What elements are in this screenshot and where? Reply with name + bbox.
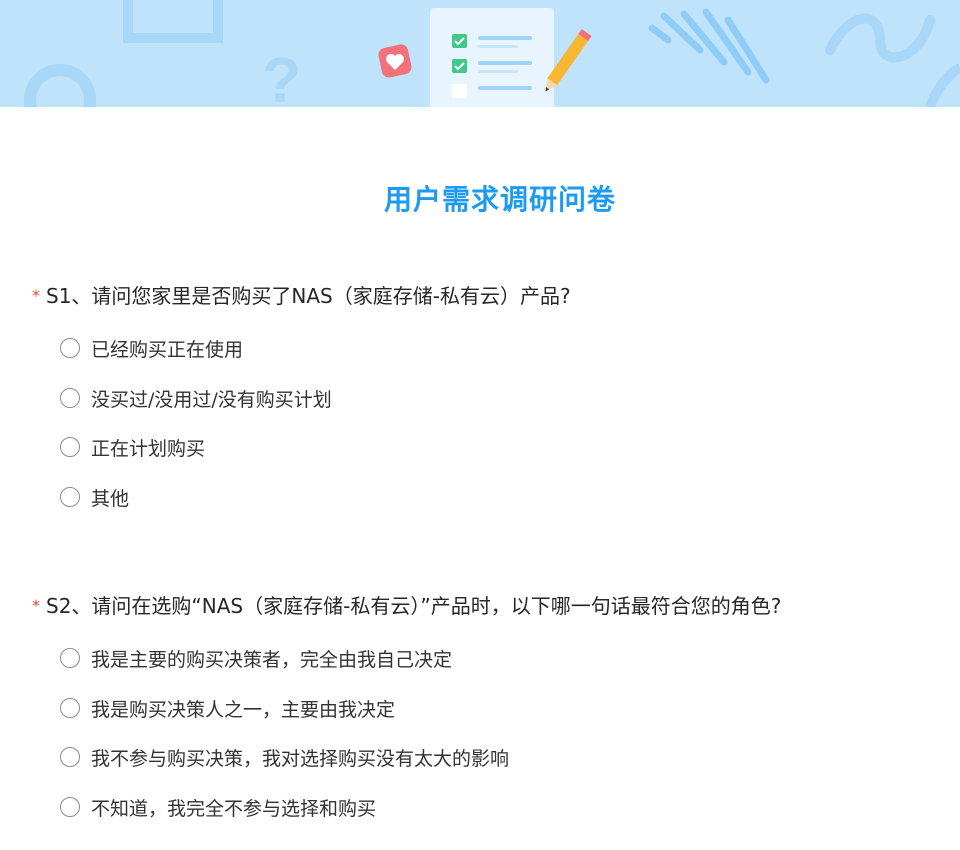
- question-title: * S2、请问在选购“NAS（家庭存储-私有云）”产品时，以下哪一句话最符合您的角…: [32, 590, 781, 619]
- banner-illustration: ?: [24, 0, 960, 107]
- decor-stripes-icon: [648, 8, 770, 84]
- question-title: * S1、请问您家里是否购买了NAS（家庭存储-私有云）产品?: [32, 280, 571, 309]
- radio-button[interactable]: [60, 338, 80, 358]
- option-s1-2[interactable]: 没买过/没用过/没有购买计划: [60, 383, 332, 413]
- option-s2-4[interactable]: 不知道，我完全不参与选择和购买: [60, 792, 376, 822]
- option-label: 已经购买正在使用: [91, 338, 244, 361]
- option-s2-1[interactable]: 我是主要的购买决策者，完全由我自己决定: [60, 643, 452, 673]
- option-s1-4[interactable]: 其他: [60, 482, 129, 512]
- option-label: 正在计划购买: [91, 437, 206, 460]
- decor-curve-icon: [925, 63, 960, 107]
- required-marker: *: [32, 286, 40, 305]
- required-marker: *: [32, 596, 40, 615]
- decor-square-icon: [123, 0, 223, 43]
- decor-squiggle-icon: [825, 13, 935, 63]
- option-s2-2[interactable]: 我是购买决策人之一，主要由我决定: [60, 693, 395, 723]
- radio-button[interactable]: [60, 747, 80, 767]
- radio-button[interactable]: [60, 437, 80, 457]
- option-label: 我是购买决策人之一，主要由我决定: [91, 698, 396, 721]
- question-label: S1、请问您家里是否购买了NAS（家庭存储-私有云）产品?: [46, 284, 571, 308]
- option-s1-1[interactable]: 已经购买正在使用: [60, 333, 243, 363]
- radio-button[interactable]: [60, 388, 80, 408]
- option-label: 我是主要的购买决策者，完全由我自己决定: [91, 648, 453, 671]
- question-label: S2、请问在选购“NAS（家庭存储-私有云）”产品时，以下哪一句话最符合您的角色…: [46, 594, 782, 618]
- radio-button[interactable]: [60, 648, 80, 668]
- radio-button[interactable]: [60, 487, 80, 507]
- option-label: 我不参与购买决策，我对选择购买没有太大的影响: [91, 747, 510, 770]
- option-label: 没买过/没用过/没有购买计划: [91, 388, 332, 411]
- option-s1-3[interactable]: 正在计划购买: [60, 432, 205, 462]
- option-label: 其他: [91, 487, 130, 510]
- checklist-clipboard-icon: [430, 8, 554, 107]
- radio-button[interactable]: [60, 797, 80, 817]
- radio-button[interactable]: [60, 698, 80, 718]
- decor-ring-icon: [24, 64, 96, 107]
- heart-badge-icon: [378, 44, 412, 78]
- survey-title: 用户需求调研问卷: [383, 183, 616, 216]
- header-banner: ?: [0, 0, 960, 107]
- option-label: 不知道，我完全不参与选择和购买: [91, 797, 377, 820]
- option-s2-3[interactable]: 我不参与购买决策，我对选择购买没有太大的影响: [60, 742, 509, 772]
- decor-question-mark-icon: ?: [262, 44, 301, 107]
